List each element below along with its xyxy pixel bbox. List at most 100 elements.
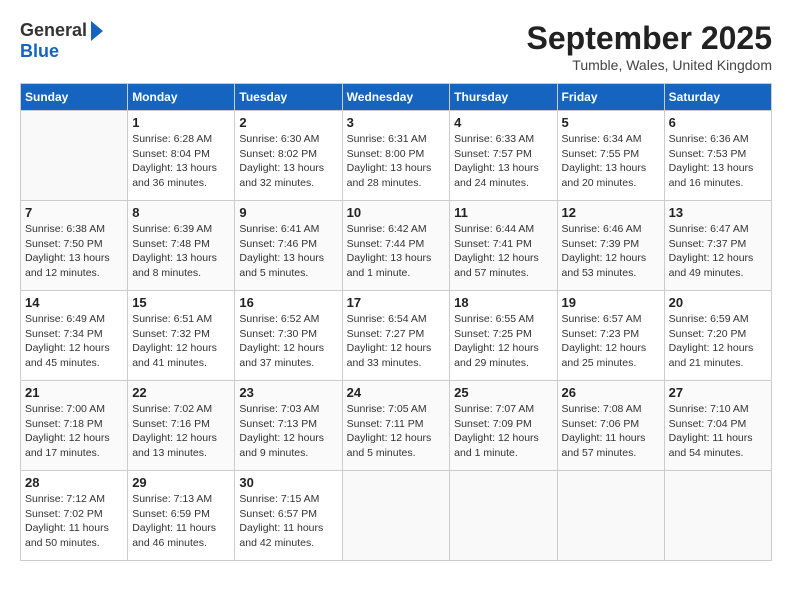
day-detail: Sunrise: 7:15 AMSunset: 6:57 PMDaylight:… — [239, 492, 337, 551]
calendar-cell: 30 Sunrise: 7:15 AMSunset: 6:57 PMDayligh… — [235, 471, 342, 561]
calendar-cell: 17 Sunrise: 6:54 AMSunset: 7:27 PMDayligh… — [342, 291, 450, 381]
day-detail: Sunrise: 6:49 AMSunset: 7:34 PMDaylight:… — [25, 312, 123, 371]
day-number: 12 — [562, 205, 660, 220]
day-detail: Sunrise: 7:00 AMSunset: 7:18 PMDaylight:… — [25, 402, 123, 461]
day-detail: Sunrise: 7:03 AMSunset: 7:13 PMDaylight:… — [239, 402, 337, 461]
calendar-cell: 15Sunrise: 6:51 AMSunset: 7:32 PMDayligh… — [128, 291, 235, 381]
day-detail: Sunrise: 6:54 AMSunset: 7:27 PMDaylight:… — [347, 312, 446, 371]
day-number: 29 — [132, 475, 230, 490]
day-number: 27 — [669, 385, 767, 400]
week-row-3: 14 Sunrise: 6:49 AMSunset: 7:34 PMDayligh… — [21, 291, 772, 381]
day-number: 19 — [562, 295, 660, 310]
day-number: 2 — [239, 115, 337, 130]
day-number: 23 — [239, 385, 337, 400]
calendar-cell: 3 Sunrise: 6:31 AMSunset: 8:00 PMDaylight… — [342, 111, 450, 201]
day-detail: Sunrise: 6:44 AMSunset: 7:41 PMDaylight:… — [454, 222, 552, 281]
calendar-cell: 8Sunrise: 6:39 AMSunset: 7:48 PMDaylight… — [128, 201, 235, 291]
header-thursday: Thursday — [450, 84, 557, 111]
month-title: September 2025 — [527, 20, 772, 57]
day-number: 24 — [347, 385, 446, 400]
day-number: 6 — [669, 115, 767, 130]
day-detail: Sunrise: 6:46 AMSunset: 7:39 PMDaylight:… — [562, 222, 660, 281]
day-number: 25 — [454, 385, 552, 400]
calendar-table: SundayMondayTuesdayWednesdayThursdayFrid… — [20, 83, 772, 561]
calendar-cell: 11 Sunrise: 6:44 AMSunset: 7:41 PMDayligh… — [450, 201, 557, 291]
calendar-cell: 9 Sunrise: 6:41 AMSunset: 7:46 PMDaylight… — [235, 201, 342, 291]
calendar-cell: 28 Sunrise: 7:12 AMSunset: 7:02 PMDayligh… — [21, 471, 128, 561]
day-detail: Sunrise: 6:36 AMSunset: 7:53 PMDaylight:… — [669, 132, 767, 191]
calendar-cell: 29 Sunrise: 7:13 AMSunset: 6:59 PMDayligh… — [128, 471, 235, 561]
calendar-cell: 16Sunrise: 6:52 AMSunset: 7:30 PMDayligh… — [235, 291, 342, 381]
calendar-cell — [342, 471, 450, 561]
day-number: 21 — [25, 385, 123, 400]
day-detail: Sunrise: 6:41 AMSunset: 7:46 PMDaylight:… — [239, 222, 337, 281]
header-row: SundayMondayTuesdayWednesdayThursdayFrid… — [21, 84, 772, 111]
header-tuesday: Tuesday — [235, 84, 342, 111]
day-number: 9 — [239, 205, 337, 220]
day-detail: Sunrise: 6:31 AMSunset: 8:00 PMDaylight:… — [347, 132, 446, 191]
day-detail: Sunrise: 6:28 AMSunset: 8:04 PMDaylight:… — [132, 132, 230, 191]
page-header: General Blue September 2025 Tumble, Wale… — [20, 20, 772, 73]
header-wednesday: Wednesday — [342, 84, 450, 111]
day-number: 4 — [454, 115, 552, 130]
calendar-cell: 12 Sunrise: 6:46 AMSunset: 7:39 PMDayligh… — [557, 201, 664, 291]
day-number: 22 — [132, 385, 230, 400]
calendar-cell: 25 Sunrise: 7:07 AMSunset: 7:09 PMDayligh… — [450, 381, 557, 471]
day-detail: Sunrise: 6:55 AMSunset: 7:25 PMDaylight:… — [454, 312, 552, 371]
day-number: 3 — [347, 115, 446, 130]
day-detail: Sunrise: 7:08 AMSunset: 7:06 PMDaylight:… — [562, 402, 660, 461]
day-number: 18 — [454, 295, 552, 310]
calendar-cell: 24 Sunrise: 7:05 AMSunset: 7:11 PMDayligh… — [342, 381, 450, 471]
day-detail: Sunrise: 6:42 AMSunset: 7:44 PMDaylight:… — [347, 222, 446, 281]
logo: General Blue — [20, 20, 103, 62]
calendar-cell: 4 Sunrise: 6:33 AMSunset: 7:57 PMDaylight… — [450, 111, 557, 201]
day-detail: Sunrise: 7:10 AMSunset: 7:04 PMDaylight:… — [669, 402, 767, 461]
day-detail: Sunrise: 7:05 AMSunset: 7:11 PMDaylight:… — [347, 402, 446, 461]
day-detail: Sunrise: 7:07 AMSunset: 7:09 PMDaylight:… — [454, 402, 552, 461]
day-detail: Sunrise: 6:47 AMSunset: 7:37 PMDaylight:… — [669, 222, 767, 281]
calendar-cell: 26 Sunrise: 7:08 AMSunset: 7:06 PMDayligh… — [557, 381, 664, 471]
day-number: 28 — [25, 475, 123, 490]
calendar-cell: 27 Sunrise: 7:10 AMSunset: 7:04 PMDayligh… — [664, 381, 771, 471]
week-row-5: 28 Sunrise: 7:12 AMSunset: 7:02 PMDayligh… — [21, 471, 772, 561]
day-detail: Sunrise: 6:38 AMSunset: 7:50 PMDaylight:… — [25, 222, 123, 281]
calendar-cell: 7Sunrise: 6:38 AMSunset: 7:50 PMDaylight… — [21, 201, 128, 291]
day-number: 26 — [562, 385, 660, 400]
calendar-cell: 1 Sunrise: 6:28 AMSunset: 8:04 PMDaylight… — [128, 111, 235, 201]
calendar-cell: 10 Sunrise: 6:42 AMSunset: 7:44 PMDayligh… — [342, 201, 450, 291]
day-number: 5 — [562, 115, 660, 130]
day-number: 11 — [454, 205, 552, 220]
logo-blue: Blue — [20, 41, 59, 62]
day-number: 20 — [669, 295, 767, 310]
day-number: 10 — [347, 205, 446, 220]
day-detail: Sunrise: 6:51 AMSunset: 7:32 PMDaylight:… — [132, 312, 230, 371]
day-number: 14 — [25, 295, 123, 310]
calendar-cell: 13 Sunrise: 6:47 AMSunset: 7:37 PMDayligh… — [664, 201, 771, 291]
day-number: 30 — [239, 475, 337, 490]
calendar-cell: 6 Sunrise: 6:36 AMSunset: 7:53 PMDaylight… — [664, 111, 771, 201]
calendar-cell — [664, 471, 771, 561]
day-detail: Sunrise: 6:34 AMSunset: 7:55 PMDaylight:… — [562, 132, 660, 191]
calendar-cell: 22 Sunrise: 7:02 AMSunset: 7:16 PMDayligh… — [128, 381, 235, 471]
week-row-4: 21 Sunrise: 7:00 AMSunset: 7:18 PMDayligh… — [21, 381, 772, 471]
logo-arrow-icon — [91, 21, 103, 41]
day-detail: Sunrise: 6:33 AMSunset: 7:57 PMDaylight:… — [454, 132, 552, 191]
calendar-cell — [557, 471, 664, 561]
day-detail: Sunrise: 7:13 AMSunset: 6:59 PMDaylight:… — [132, 492, 230, 551]
header-monday: Monday — [128, 84, 235, 111]
day-number: 13 — [669, 205, 767, 220]
day-number: 1 — [132, 115, 230, 130]
header-friday: Friday — [557, 84, 664, 111]
week-row-2: 7Sunrise: 6:38 AMSunset: 7:50 PMDaylight… — [21, 201, 772, 291]
week-row-1: 1 Sunrise: 6:28 AMSunset: 8:04 PMDaylight… — [21, 111, 772, 201]
day-detail: Sunrise: 7:12 AMSunset: 7:02 PMDaylight:… — [25, 492, 123, 551]
day-detail: Sunrise: 6:30 AMSunset: 8:02 PMDaylight:… — [239, 132, 337, 191]
day-number: 16 — [239, 295, 337, 310]
calendar-cell: 20Sunrise: 6:59 AMSunset: 7:20 PMDayligh… — [664, 291, 771, 381]
day-detail: Sunrise: 7:02 AMSunset: 7:16 PMDaylight:… — [132, 402, 230, 461]
header-sunday: Sunday — [21, 84, 128, 111]
day-number: 17 — [347, 295, 446, 310]
calendar-cell: 19Sunrise: 6:57 AMSunset: 7:23 PMDayligh… — [557, 291, 664, 381]
calendar-cell: 23 Sunrise: 7:03 AMSunset: 7:13 PMDayligh… — [235, 381, 342, 471]
calendar-cell: 5 Sunrise: 6:34 AMSunset: 7:55 PMDaylight… — [557, 111, 664, 201]
